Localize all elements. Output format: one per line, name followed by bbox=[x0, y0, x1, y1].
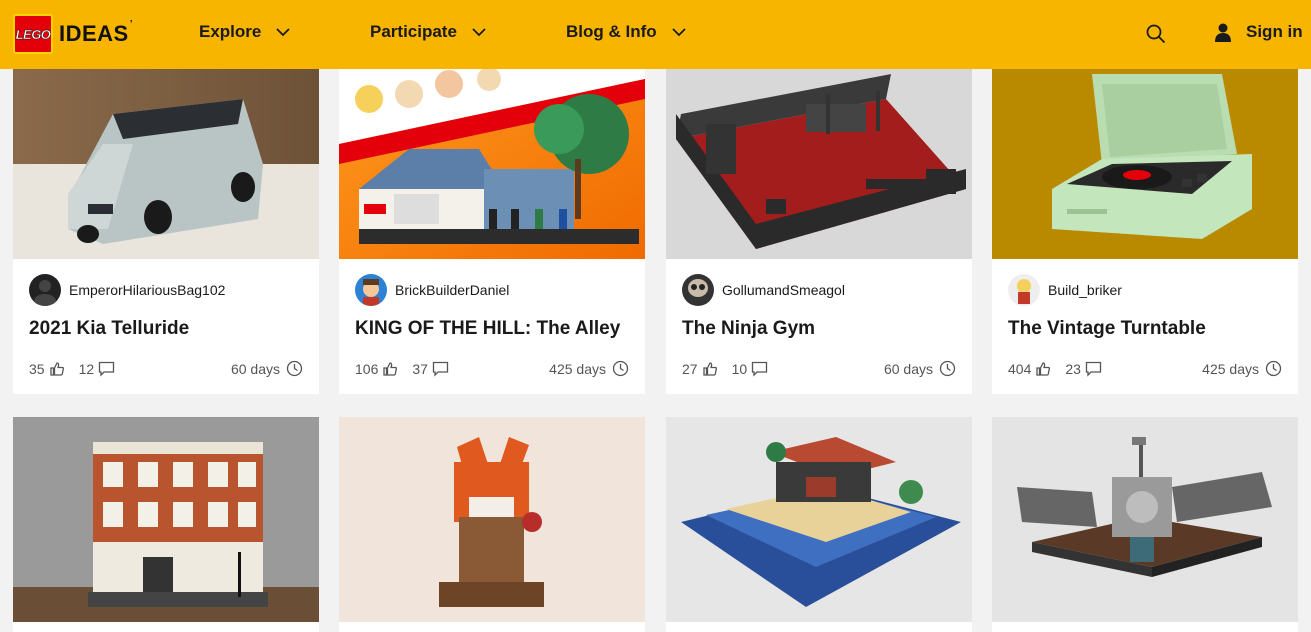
project-image[interactable] bbox=[339, 69, 645, 259]
days-remaining: 425 days bbox=[549, 360, 629, 377]
chevron-down-icon bbox=[276, 28, 290, 37]
nav-explore-label: Explore bbox=[199, 22, 262, 41]
search-icon[interactable] bbox=[1145, 23, 1167, 45]
project-image[interactable] bbox=[992, 69, 1298, 259]
sign-in-label: Sign in bbox=[1246, 22, 1303, 41]
author-name: BrickBuilderDaniel bbox=[395, 282, 510, 298]
avatar bbox=[682, 274, 714, 306]
project-card[interactable] bbox=[339, 417, 645, 632]
project-card[interactable] bbox=[13, 417, 319, 632]
clock-icon bbox=[939, 360, 956, 377]
project-stats: 35 12 60 days bbox=[29, 360, 303, 377]
chevron-down-icon bbox=[672, 28, 686, 37]
avatar bbox=[29, 274, 61, 306]
project-image[interactable] bbox=[992, 417, 1298, 622]
project-card[interactable]: Build_briker The Vintage Turntable 404 2… bbox=[992, 69, 1298, 394]
likes-count: 27 bbox=[682, 361, 718, 377]
thumbs-up-icon bbox=[702, 361, 717, 376]
author-row[interactable]: GollumandSmeagol bbox=[682, 273, 956, 307]
nav-participate[interactable]: Participate bbox=[370, 22, 487, 42]
nav-explore[interactable]: Explore bbox=[199, 22, 291, 42]
clock-icon bbox=[612, 360, 629, 377]
project-card[interactable]: BrickBuilderDaniel KING OF THE HILL: The… bbox=[339, 69, 645, 394]
likes-count: 404 bbox=[1008, 361, 1051, 377]
project-image[interactable] bbox=[13, 69, 319, 259]
project-title[interactable]: The Ninja Gym bbox=[682, 318, 956, 340]
comments-count: 23 bbox=[1065, 361, 1102, 377]
project-card[interactable]: EmperorHilariousBag102 2021 Kia Tellurid… bbox=[13, 69, 319, 394]
author-row[interactable]: Build_briker bbox=[1008, 273, 1282, 307]
clock-icon bbox=[1265, 360, 1282, 377]
lego-ideas-logo[interactable]: LEGO IDEAS’ bbox=[13, 14, 133, 54]
comment-icon bbox=[752, 361, 768, 377]
project-card[interactable] bbox=[992, 417, 1298, 632]
nav-blog-label: Blog & Info bbox=[566, 22, 657, 41]
project-title[interactable]: The Vintage Turntable bbox=[1008, 318, 1282, 340]
nav-participate-label: Participate bbox=[370, 22, 457, 41]
ideas-wordmark: IDEAS bbox=[59, 21, 129, 46]
comment-icon bbox=[1085, 361, 1102, 377]
project-title[interactable]: KING OF THE HILL: The Alley bbox=[355, 318, 629, 340]
project-card[interactable]: GollumandSmeagol The Ninja Gym 27 10 60 … bbox=[666, 69, 972, 394]
clock-icon bbox=[286, 360, 303, 377]
author-name: Build_briker bbox=[1048, 282, 1122, 298]
avatar bbox=[355, 274, 387, 306]
ideas-tick-icon: ’ bbox=[129, 18, 133, 30]
project-image[interactable] bbox=[339, 417, 645, 622]
comments-count: 37 bbox=[412, 361, 449, 377]
comment-icon bbox=[99, 361, 115, 377]
days-remaining: 60 days bbox=[231, 360, 303, 377]
thumbs-up-icon bbox=[49, 361, 64, 376]
author-name: GollumandSmeagol bbox=[722, 282, 845, 298]
project-image[interactable] bbox=[13, 417, 319, 622]
project-stats: 404 23 425 days bbox=[1008, 360, 1282, 377]
likes-count: 35 bbox=[29, 361, 65, 377]
author-row[interactable]: BrickBuilderDaniel bbox=[355, 273, 629, 307]
project-stats: 106 37 425 days bbox=[355, 360, 629, 377]
project-title[interactable]: 2021 Kia Telluride bbox=[29, 318, 303, 340]
days-remaining: 425 days bbox=[1202, 360, 1282, 377]
likes-count: 106 bbox=[355, 361, 398, 377]
project-stats: 27 10 60 days bbox=[682, 360, 956, 377]
thumbs-up-icon bbox=[383, 361, 398, 376]
lego-logo-badge: LEGO bbox=[13, 14, 53, 54]
project-image[interactable] bbox=[666, 417, 972, 622]
thumbs-up-icon bbox=[1036, 361, 1051, 376]
top-navbar: LEGO IDEAS’ Explore Participate Blog & I… bbox=[0, 0, 1311, 69]
comment-icon bbox=[432, 361, 449, 377]
project-image[interactable] bbox=[666, 69, 972, 259]
nav-blog-info[interactable]: Blog & Info bbox=[566, 22, 687, 42]
user-icon bbox=[1215, 23, 1231, 42]
days-remaining: 60 days bbox=[884, 360, 956, 377]
chevron-down-icon bbox=[472, 28, 486, 37]
comments-count: 10 bbox=[732, 361, 769, 377]
sign-in-link[interactable]: Sign in bbox=[1214, 22, 1303, 42]
avatar bbox=[1008, 274, 1040, 306]
project-card[interactable] bbox=[666, 417, 972, 632]
comments-count: 12 bbox=[79, 361, 116, 377]
author-row[interactable]: EmperorHilariousBag102 bbox=[29, 273, 303, 307]
author-name: EmperorHilariousBag102 bbox=[69, 282, 226, 298]
